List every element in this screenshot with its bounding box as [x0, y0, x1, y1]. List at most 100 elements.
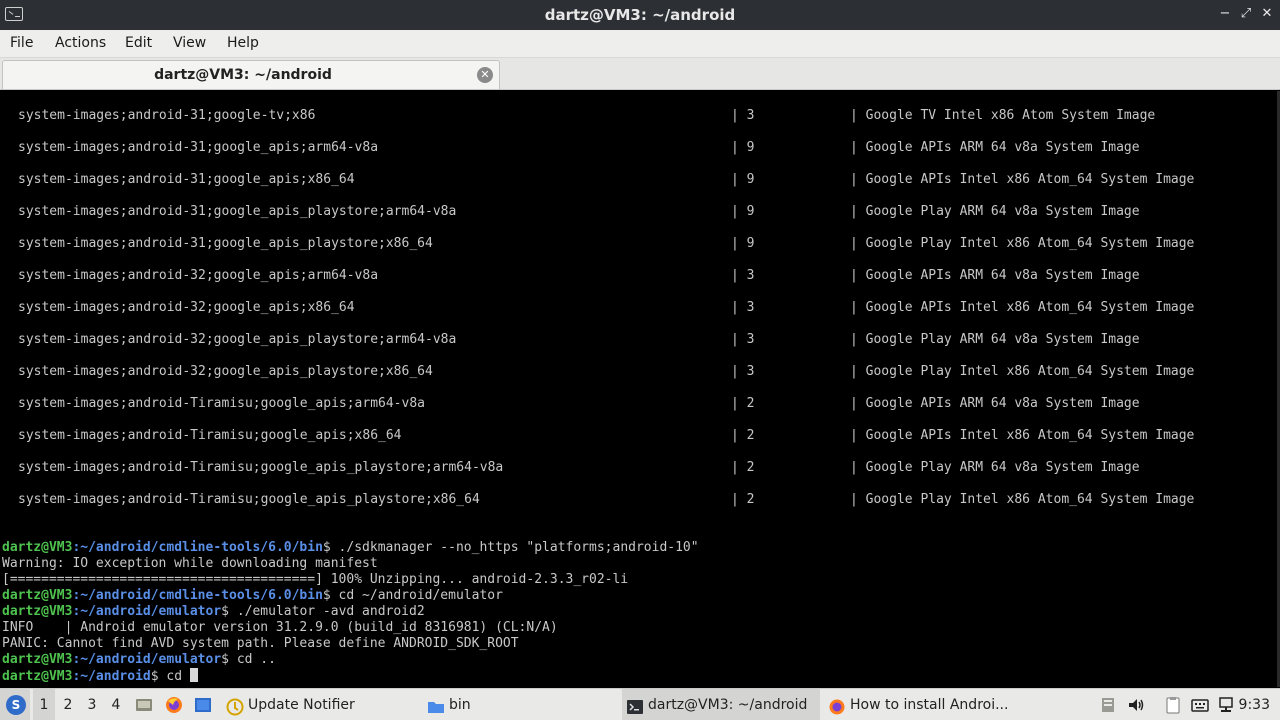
prompt-user: dartz@VM3: [2, 540, 73, 555]
tab-terminal[interactable]: dartz@VM3: ~/android ✕: [2, 60, 500, 89]
output-line: Warning: IO exception while downloading …: [2, 556, 378, 571]
package-version: | 3: [731, 108, 755, 123]
prompt-user: dartz@VM3: [2, 669, 73, 684]
task-label: Update Notifier: [248, 697, 355, 713]
package-version: | 3: [731, 300, 755, 315]
package-path: system-images;android-Tiramisu;google_ap…: [18, 428, 402, 443]
menu-bar: File Actions Edit View Help: [0, 30, 1280, 58]
workspace-4[interactable]: 4: [105, 689, 127, 720]
prompt-command: $ cd: [150, 669, 190, 684]
volume-icon[interactable]: [1126, 695, 1146, 715]
package-path: system-images;android-31;google_apis_pla…: [18, 204, 457, 219]
firefox-launcher-icon[interactable]: [164, 695, 184, 715]
package-description: | Google Play Intel x86 Atom_64 System I…: [850, 236, 1195, 251]
title-bar: dartz@VM3: ~/android − ⤢ ✕: [0, 0, 1280, 30]
menu-actions[interactable]: Actions: [55, 35, 106, 51]
package-version: | 9: [731, 140, 755, 155]
package-version: | 9: [731, 172, 755, 187]
prompt-line: dartz@VM3:~/android/emulator$ ./emulator…: [2, 604, 425, 620]
show-desktop-icon[interactable]: [134, 695, 154, 715]
workspace-2[interactable]: 2: [57, 689, 79, 720]
prompt-line: dartz@VM3:~/android/emulator$ cd ..: [2, 652, 276, 668]
task-label: bin: [449, 697, 471, 713]
package-path: system-images;android-32;google_apis_pla…: [18, 364, 433, 379]
keyboard-layout-icon[interactable]: [1190, 695, 1210, 715]
package-path: system-images;android-31;google_apis;x86…: [18, 172, 355, 187]
start-menu-button[interactable]: S: [0, 689, 30, 720]
prompt-command: $ cd ..: [221, 652, 276, 667]
file-manager-launcher-icon[interactable]: [193, 695, 213, 715]
output-line: PANIC: Cannot find AVD system path. Plea…: [2, 636, 519, 651]
package-version: | 2: [731, 396, 755, 411]
task-file-manager-bin[interactable]: bin: [423, 689, 618, 720]
package-description: | Google APIs ARM 64 v8a System Image: [850, 268, 1140, 283]
clipboard-icon[interactable]: [1163, 695, 1183, 715]
package-version: | 9: [731, 204, 755, 219]
network-icon[interactable]: [1216, 695, 1236, 715]
prompt-path: :~/android: [72, 669, 151, 684]
workspace-1[interactable]: 1: [33, 689, 55, 720]
package-version: | 9: [731, 236, 755, 251]
package-version: | 2: [731, 460, 755, 475]
package-version: | 3: [731, 268, 755, 283]
package-description: | Google APIs Intel x86 Atom_64 System I…: [850, 428, 1195, 443]
update-notifier-icon: [226, 696, 244, 716]
terminal-output[interactable]: system-images;android-31;google-tv;x86 | …: [0, 91, 1280, 687]
folder-icon: [427, 696, 445, 714]
package-path: system-images;android-31;google_apis_pla…: [18, 236, 433, 251]
prompt-command: $ ./sdkmanager --no_https "platforms;and…: [322, 540, 699, 555]
task-firefox[interactable]: How to install Androi...: [824, 689, 1024, 720]
prompt-line: dartz@VM3:~/android/cmdline-tools/6.0/bi…: [2, 588, 503, 604]
taskbar: S 1 2 3 4 Update Notifier bin dartz@VM3:…: [0, 688, 1280, 720]
window-title: dartz@VM3: ~/android: [544, 6, 736, 24]
tab-close-icon[interactable]: ✕: [477, 67, 493, 83]
package-description: | Google Play Intel x86 Atom_64 System I…: [850, 492, 1195, 507]
package-description: | Google Play Intel x86 Atom_64 System I…: [850, 364, 1195, 379]
package-path: system-images;android-32;google_apis;arm…: [18, 268, 379, 283]
prompt-path: :~/android/cmdline-tools/6.0/bin: [72, 588, 323, 603]
prompt-path: :~/android/emulator: [72, 604, 222, 619]
package-description: | Google Play ARM 64 v8a System Image: [850, 332, 1140, 347]
package-description: | Google APIs Intel x86 Atom_64 System I…: [850, 300, 1195, 315]
task-terminal[interactable]: dartz@VM3: ~/android: [622, 689, 820, 720]
package-description: | Google Play ARM 64 v8a System Image: [850, 460, 1140, 475]
package-path: system-images;android-Tiramisu;google_ap…: [18, 460, 504, 475]
workspace-3[interactable]: 3: [81, 689, 103, 720]
menu-edit[interactable]: Edit: [125, 35, 152, 51]
firefox-icon: [828, 696, 846, 715]
close-button[interactable]: ✕: [1258, 5, 1276, 23]
prompt-command: $ ./emulator -avd android2: [221, 604, 425, 619]
menu-view[interactable]: View: [173, 35, 206, 51]
notification-tray-icon[interactable]: [1098, 695, 1118, 715]
menu-file[interactable]: File: [10, 35, 33, 51]
task-label: How to install Androi...: [850, 697, 1009, 713]
prompt-user: dartz@VM3: [2, 604, 73, 619]
minimize-button[interactable]: −: [1216, 5, 1234, 23]
package-path: system-images;android-32;google_apis;x86…: [18, 300, 355, 315]
package-description: | Google APIs ARM 64 v8a System Image: [850, 140, 1140, 155]
package-description: | Google APIs Intel x86 Atom_64 System I…: [850, 172, 1195, 187]
package-description: | Google Play ARM 64 v8a System Image: [850, 204, 1140, 219]
tab-bar: dartz@VM3: ~/android ✕: [0, 58, 1280, 90]
package-path: system-images;android-Tiramisu;google_ap…: [18, 492, 480, 507]
package-version: | 2: [731, 492, 755, 507]
prompt-line: dartz@VM3:~/android$ cd: [2, 668, 198, 684]
start-menu-icon: S: [6, 695, 26, 715]
package-path: system-images;android-31;google_apis;arm…: [18, 140, 379, 155]
clock: 9:33: [1238, 697, 1270, 713]
output-line: [=======================================…: [2, 572, 629, 587]
package-version: | 2: [731, 428, 755, 443]
maximize-button[interactable]: ⤢: [1237, 5, 1255, 23]
package-version: | 3: [731, 364, 755, 379]
prompt-command: $ cd ~/android/emulator: [322, 588, 503, 603]
task-update-notifier[interactable]: Update Notifier: [222, 689, 422, 720]
prompt-line: dartz@VM3:~/android/cmdline-tools/6.0/bi…: [2, 540, 699, 556]
menu-help[interactable]: Help: [227, 35, 259, 51]
package-path: system-images;android-Tiramisu;google_ap…: [18, 396, 425, 411]
package-version: | 3: [731, 332, 755, 347]
tab-label: dartz@VM3: ~/android: [154, 67, 332, 83]
terminal-icon: [626, 696, 644, 714]
package-description: | Google TV Intel x86 Atom System Image: [850, 108, 1156, 123]
task-label: dartz@VM3: ~/android: [648, 697, 808, 713]
package-path: system-images;android-32;google_apis_pla…: [18, 332, 457, 347]
